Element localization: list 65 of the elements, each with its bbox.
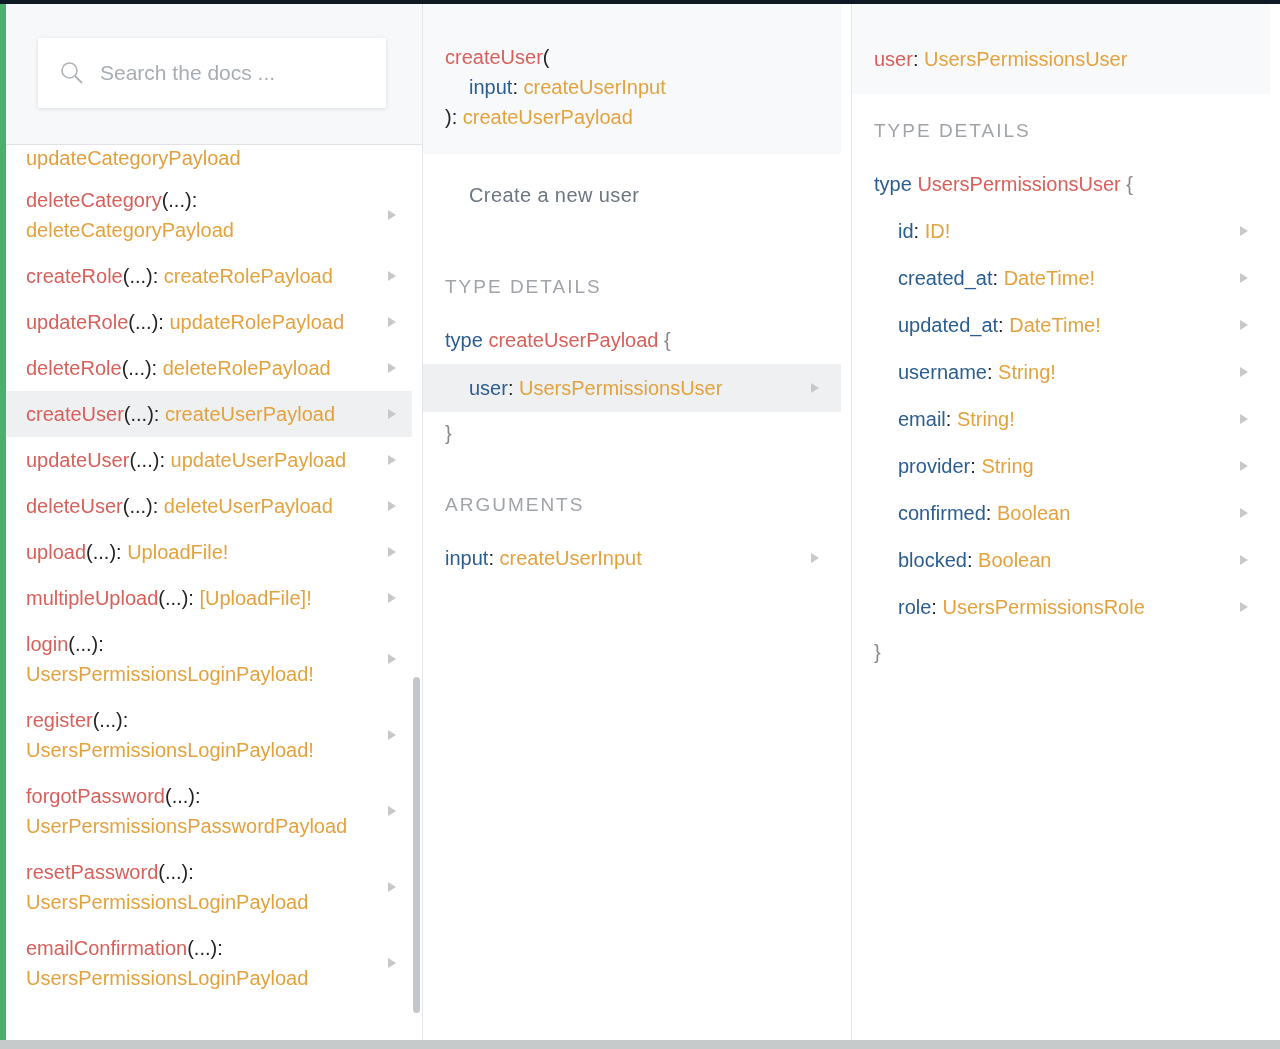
field-item[interactable]: confirmed: Boolean — [852, 490, 1270, 537]
field-item[interactable]: user: UsersPermissionsUser — [423, 364, 841, 412]
arrow-icon — [1240, 602, 1248, 612]
field-item[interactable]: email: String! — [852, 396, 1270, 443]
arrow-icon — [1240, 461, 1248, 471]
arrow-icon — [1240, 414, 1248, 424]
sidebar-item[interactable]: deleteCategory(...): deleteCategoryPayload — [6, 177, 412, 253]
scrollbar-thumb[interactable] — [413, 677, 420, 1013]
sidebar-item[interactable]: forgotPassword(...): UserPersmissionsPasswordPayload — [6, 773, 412, 849]
arrow-icon — [388, 271, 396, 281]
sidebar-item[interactable]: deleteUser(...): deleteUserPayload — [6, 483, 412, 529]
arrow-icon — [388, 547, 396, 557]
code-line: createUser( — [445, 45, 551, 70]
section-heading: TYPE DETAILS — [873, 119, 1032, 143]
arrow-icon — [1240, 555, 1248, 565]
field-title: user: UsersPermissionsUser — [874, 47, 1129, 72]
sidebar-item[interactable]: login(...): UsersPermissionsLoginPayload! — [6, 621, 412, 697]
arrow-icon — [388, 958, 396, 968]
arrow-icon — [1240, 320, 1248, 330]
description: Create a new user — [468, 183, 641, 208]
arrow-icon — [388, 730, 396, 740]
arrow-icon — [811, 383, 819, 393]
code-line: ): createUserPayload — [445, 105, 634, 130]
sidebar-item[interactable]: deleteRole(...): deleteRolePayload — [6, 345, 412, 391]
arrow-icon — [1240, 273, 1248, 283]
sidebar-item[interactable]: multipleUpload(...): [UploadFile]! — [6, 575, 412, 621]
field-item[interactable]: created_at: DateTime! — [852, 255, 1270, 302]
code-line: input: createUserInput — [468, 75, 667, 100]
arrow-icon — [388, 501, 396, 511]
arrow-icon — [388, 806, 396, 816]
arrow-icon — [388, 455, 396, 465]
search-field[interactable]: Search the docs ... — [38, 38, 386, 108]
arrow-icon — [388, 210, 396, 220]
arrow-icon — [388, 363, 396, 373]
arrow-icon — [388, 882, 396, 892]
field-item[interactable]: blocked: Boolean — [852, 537, 1270, 584]
field-item[interactable]: provider: String — [852, 443, 1270, 490]
closing-brace: } — [444, 421, 453, 446]
arrow-icon — [811, 553, 819, 563]
arrow-icon — [388, 593, 396, 603]
sidebar-item[interactable]: resetPassword(...): UsersPermissionsLoginPayload — [6, 849, 412, 925]
sidebar-item[interactable]: register(...): UsersPermissionsLoginPayload! — [6, 697, 412, 773]
sidebar-item[interactable]: updateUser(...): updateUserPayload — [6, 437, 412, 483]
arrow-icon — [1240, 367, 1248, 377]
section-heading: ARGUMENTS — [444, 493, 586, 517]
type-declaration: type createUserPayload { — [444, 328, 672, 353]
arrow-icon — [1240, 508, 1248, 518]
sidebar-item[interactable]: upload(...): UploadFile! — [6, 529, 412, 575]
sidebar-item[interactable]: createRole(...): createRolePayload — [6, 253, 412, 299]
closing-brace: } — [873, 640, 882, 665]
field-item[interactable]: id: ID! — [852, 208, 1270, 255]
arrow-icon — [388, 409, 396, 419]
arrow-icon — [1240, 226, 1248, 236]
field-item[interactable]: role: UsersPermissionsRole — [852, 584, 1270, 631]
argument-item[interactable]: input: createUserInput — [423, 534, 841, 582]
field-item[interactable]: username: String! — [852, 349, 1270, 396]
type-name: updateCategoryPayload — [25, 146, 242, 171]
sidebar-item[interactable]: updateRole(...): updateRolePayload — [6, 299, 412, 345]
field-item[interactable]: updated_at: DateTime! — [852, 302, 1270, 349]
arrow-icon — [388, 317, 396, 327]
arrow-icon — [388, 654, 396, 664]
type-declaration: type UsersPermissionsUser { — [873, 172, 1134, 197]
section-heading: TYPE DETAILS — [444, 275, 603, 299]
sidebar-item[interactable]: createUser(...): createUserPayload — [6, 391, 412, 437]
sidebar-item[interactable]: emailConfirmation(...): UsersPermissionsLoginPayload — [6, 925, 412, 1001]
